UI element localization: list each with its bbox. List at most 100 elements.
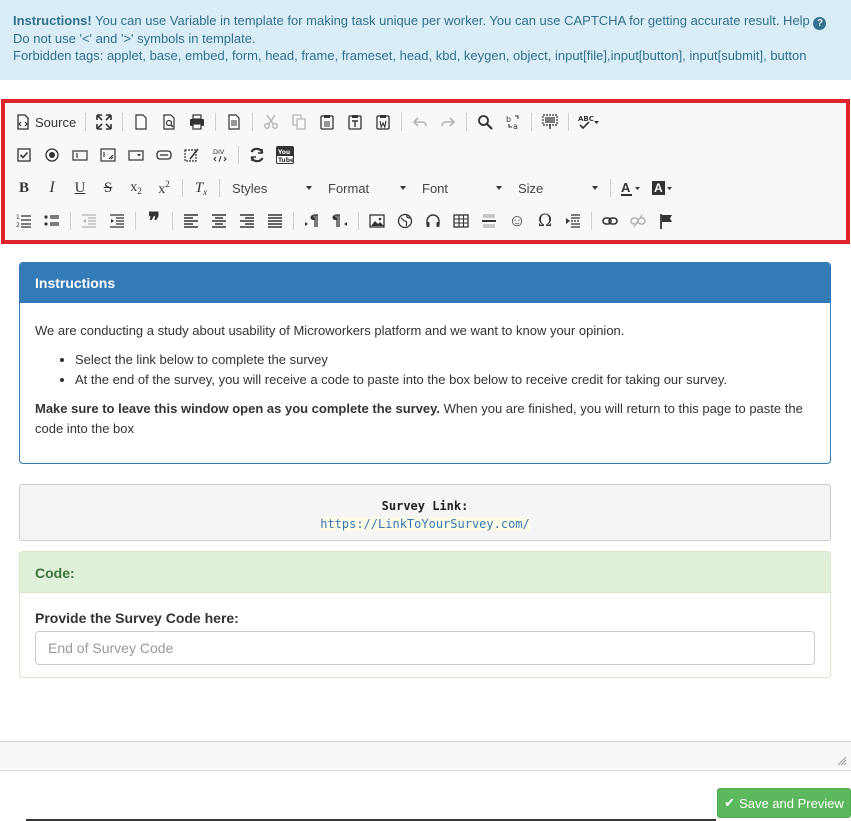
image-button[interactable]	[365, 209, 389, 233]
templates-button[interactable]	[222, 110, 246, 134]
code-field-label: Provide the Survey Code here:	[35, 610, 239, 626]
rtl-icon	[332, 214, 347, 227]
font-label: Font	[422, 180, 449, 196]
new-page-button[interactable]	[129, 110, 153, 134]
cut-button[interactable]	[259, 110, 283, 134]
source-button[interactable]: Source	[12, 110, 79, 134]
horizontal-rule-icon	[482, 214, 496, 228]
align-left-button[interactable]	[179, 209, 203, 233]
svg-text:Tube: Tube	[278, 157, 294, 164]
instructions-body: We are conducting a study about usabilit…	[20, 303, 830, 457]
align-right-button[interactable]	[235, 209, 259, 233]
youtube-icon: YouTube	[276, 146, 294, 164]
underline-icon: U	[74, 179, 86, 196]
text-field-button[interactable]	[68, 143, 92, 167]
select-all-button[interactable]	[538, 110, 562, 134]
anchor-button[interactable]	[654, 209, 678, 233]
format-dropdown[interactable]: Format	[322, 177, 412, 199]
replace-icon: ba	[506, 115, 519, 130]
audio-button[interactable]	[421, 209, 445, 233]
underline-button[interactable]: U	[68, 176, 92, 200]
find-button[interactable]	[473, 110, 497, 134]
templates-icon	[228, 114, 240, 130]
replace-button[interactable]: ba	[501, 110, 525, 134]
instructions-note-bold: Make sure to leave this window open as y…	[35, 401, 441, 416]
numbered-list-button[interactable]: 12	[12, 209, 36, 233]
strikethrough-button[interactable]: S	[96, 176, 120, 200]
toolbar-separator	[610, 179, 611, 197]
list-item: Select the link below to complete the su…	[75, 350, 815, 370]
link-button[interactable]	[598, 209, 622, 233]
blockquote-button[interactable]: ❞	[142, 209, 166, 233]
special-char-button[interactable]: Ω	[533, 209, 557, 233]
text-direction-ltr-button[interactable]	[300, 209, 324, 233]
page-break-button[interactable]	[561, 209, 585, 233]
font-dropdown[interactable]: Font	[416, 177, 508, 199]
text-direction-rtl-button[interactable]	[328, 209, 352, 233]
redo-icon	[441, 117, 456, 127]
paste-button[interactable]	[315, 110, 339, 134]
styles-dropdown[interactable]: Styles	[226, 177, 318, 199]
spell-text: ABC	[578, 115, 594, 123]
text-color-button[interactable]: A	[617, 176, 645, 200]
toolbar-separator	[466, 113, 468, 131]
undo-icon	[413, 117, 428, 127]
preview-button[interactable]	[157, 110, 181, 134]
instructions-heading: Instructions	[20, 263, 830, 303]
justify-button[interactable]	[263, 209, 287, 233]
align-center-button[interactable]	[207, 209, 231, 233]
hidden-field-button[interactable]	[180, 143, 204, 167]
toolbar-separator	[591, 212, 592, 230]
refresh-button[interactable]	[245, 143, 269, 167]
checkbox-button[interactable]	[12, 143, 36, 167]
svg-text:You: You	[277, 149, 290, 156]
select-field-button[interactable]	[124, 143, 148, 167]
question-circle-icon[interactable]: ?	[813, 17, 827, 30]
bold-button[interactable]: B	[12, 176, 36, 200]
background-color-button[interactable]: A	[649, 176, 677, 200]
form-button-button[interactable]	[152, 143, 176, 167]
survey-code-input[interactable]	[35, 631, 815, 665]
spellcheck-button[interactable]: ABC	[575, 110, 603, 134]
superscript-button[interactable]: x2	[152, 176, 176, 200]
bulleted-list-button[interactable]	[40, 209, 64, 233]
unlink-icon	[630, 214, 646, 228]
toolbar-separator	[358, 212, 359, 230]
paste-text-button[interactable]	[343, 110, 367, 134]
bold-icon: B	[18, 179, 29, 196]
survey-link[interactable]: https://LinkToYourSurvey.com/	[320, 517, 530, 531]
horizontal-rule-button[interactable]	[477, 209, 501, 233]
subscript-button[interactable]: x2	[124, 176, 148, 200]
svg-text:a: a	[513, 122, 518, 130]
paste-word-button[interactable]	[371, 110, 395, 134]
toolbar-row-3: B I U S x2 x2 Tx Styles Format Font Size…	[12, 175, 681, 201]
div-container-button[interactable]: DIV	[208, 143, 232, 167]
maximize-button[interactable]	[92, 110, 116, 134]
format-label: Format	[328, 180, 370, 196]
outdent-icon	[82, 214, 96, 228]
increase-indent-button[interactable]	[105, 209, 129, 233]
redo-button[interactable]	[436, 110, 460, 134]
radio-button[interactable]	[40, 143, 64, 167]
strikethrough-icon: S	[103, 179, 113, 196]
italic-button[interactable]: I	[40, 176, 64, 200]
textarea-button[interactable]	[96, 143, 120, 167]
ltr-icon	[305, 214, 318, 227]
size-dropdown[interactable]: Size	[512, 177, 604, 199]
table-button[interactable]	[449, 209, 473, 233]
toolbar-separator	[70, 212, 71, 230]
undo-button[interactable]	[408, 110, 432, 134]
save-and-preview-button[interactable]: ✔ Save and Preview	[717, 788, 851, 818]
youtube-button[interactable]: You Tube	[273, 143, 297, 167]
resize-grip-icon[interactable]	[837, 756, 847, 766]
print-button[interactable]	[185, 110, 209, 134]
maximize-icon	[96, 114, 113, 130]
remove-format-button[interactable]: Tx	[189, 176, 213, 200]
smiley-button[interactable]: ☺	[505, 209, 529, 233]
source-icon	[17, 114, 29, 130]
copy-button[interactable]	[287, 110, 311, 134]
decrease-indent-button[interactable]	[77, 209, 101, 233]
info-line-2: Do not use '<' and '>' symbols in templa…	[13, 31, 256, 46]
flash-button[interactable]	[393, 209, 417, 233]
unlink-button[interactable]	[626, 209, 650, 233]
